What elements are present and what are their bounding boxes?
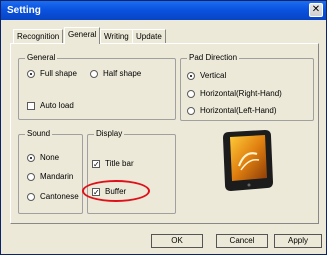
- sound-group-title: Sound: [25, 129, 53, 138]
- horizontal-right-label: Horizontal(Right-Hand): [200, 89, 282, 98]
- title-bar-checkbox[interactable]: ✓ Title bar: [92, 159, 134, 168]
- close-icon[interactable]: ✕: [309, 3, 323, 17]
- radio-icon: [187, 89, 195, 98]
- auto-load-checkbox[interactable]: Auto load: [27, 101, 74, 110]
- pad-device-icon: [223, 130, 273, 191]
- mandarin-label: Mandarin: [40, 172, 74, 181]
- tab-update[interactable]: Update: [132, 29, 166, 43]
- general-group: General: [18, 53, 176, 120]
- auto-load-label: Auto load: [40, 101, 74, 110]
- title-bar-label: Title bar: [105, 159, 134, 168]
- tab-label: Update: [136, 32, 162, 41]
- vertical-label: Vertical: [200, 71, 227, 80]
- window-title: Setting: [7, 5, 41, 16]
- radio-selected-icon: [187, 71, 195, 80]
- cancel-label: Cancel: [229, 236, 255, 245]
- radio-selected-icon: [27, 69, 35, 78]
- full-shape-label: Full shape: [40, 69, 77, 78]
- cancel-button[interactable]: Cancel: [216, 234, 268, 248]
- title-bar: Setting ✕: [1, 1, 326, 20]
- mandarin-radio[interactable]: Mandarin: [27, 172, 73, 181]
- full-shape-radio[interactable]: Full shape: [27, 69, 77, 78]
- tab-recognition[interactable]: Recognition: [13, 29, 64, 43]
- horizontal-left-label: Horizontal(Left-Hand): [200, 106, 277, 115]
- pad-direction-group-title: Pad Direction: [187, 53, 240, 62]
- display-group: Display: [87, 129, 176, 214]
- cantonese-radio[interactable]: Cantonese: [27, 192, 79, 201]
- apply-label: Apply: [287, 236, 308, 245]
- horizontal-right-radio[interactable]: Horizontal(Right-Hand): [187, 89, 282, 98]
- half-shape-label: Half shape: [103, 69, 142, 78]
- none-label: None: [40, 153, 60, 162]
- general-group-title: General: [25, 53, 58, 62]
- checkbox-checked-icon: ✓: [92, 159, 100, 169]
- tab-writing[interactable]: Writing: [100, 29, 133, 43]
- radio-icon: [90, 69, 98, 78]
- ok-label: OK: [171, 236, 183, 245]
- radio-icon: [27, 172, 35, 181]
- tab-label: General: [68, 30, 97, 39]
- radio-icon: [27, 192, 35, 201]
- apply-button[interactable]: Apply: [274, 234, 322, 248]
- radio-selected-icon: [27, 153, 35, 162]
- half-shape-radio[interactable]: Half shape: [90, 69, 141, 78]
- radio-icon: [187, 106, 195, 115]
- ok-button[interactable]: OK: [151, 234, 203, 248]
- settings-dialog: Setting ✕ Recognition General Writing Up…: [0, 0, 327, 255]
- tab-label: Writing: [104, 32, 129, 41]
- highlight-circle: [82, 180, 150, 202]
- horizontal-left-radio[interactable]: Horizontal(Left-Hand): [187, 106, 276, 115]
- tab-general[interactable]: General: [64, 27, 101, 44]
- vertical-radio[interactable]: Vertical: [187, 71, 226, 80]
- checkbox-icon: [27, 101, 35, 110]
- tab-label: Recognition: [17, 32, 60, 41]
- none-radio[interactable]: None: [27, 153, 59, 162]
- display-group-title: Display: [94, 129, 125, 138]
- cantonese-label: Cantonese: [40, 192, 79, 201]
